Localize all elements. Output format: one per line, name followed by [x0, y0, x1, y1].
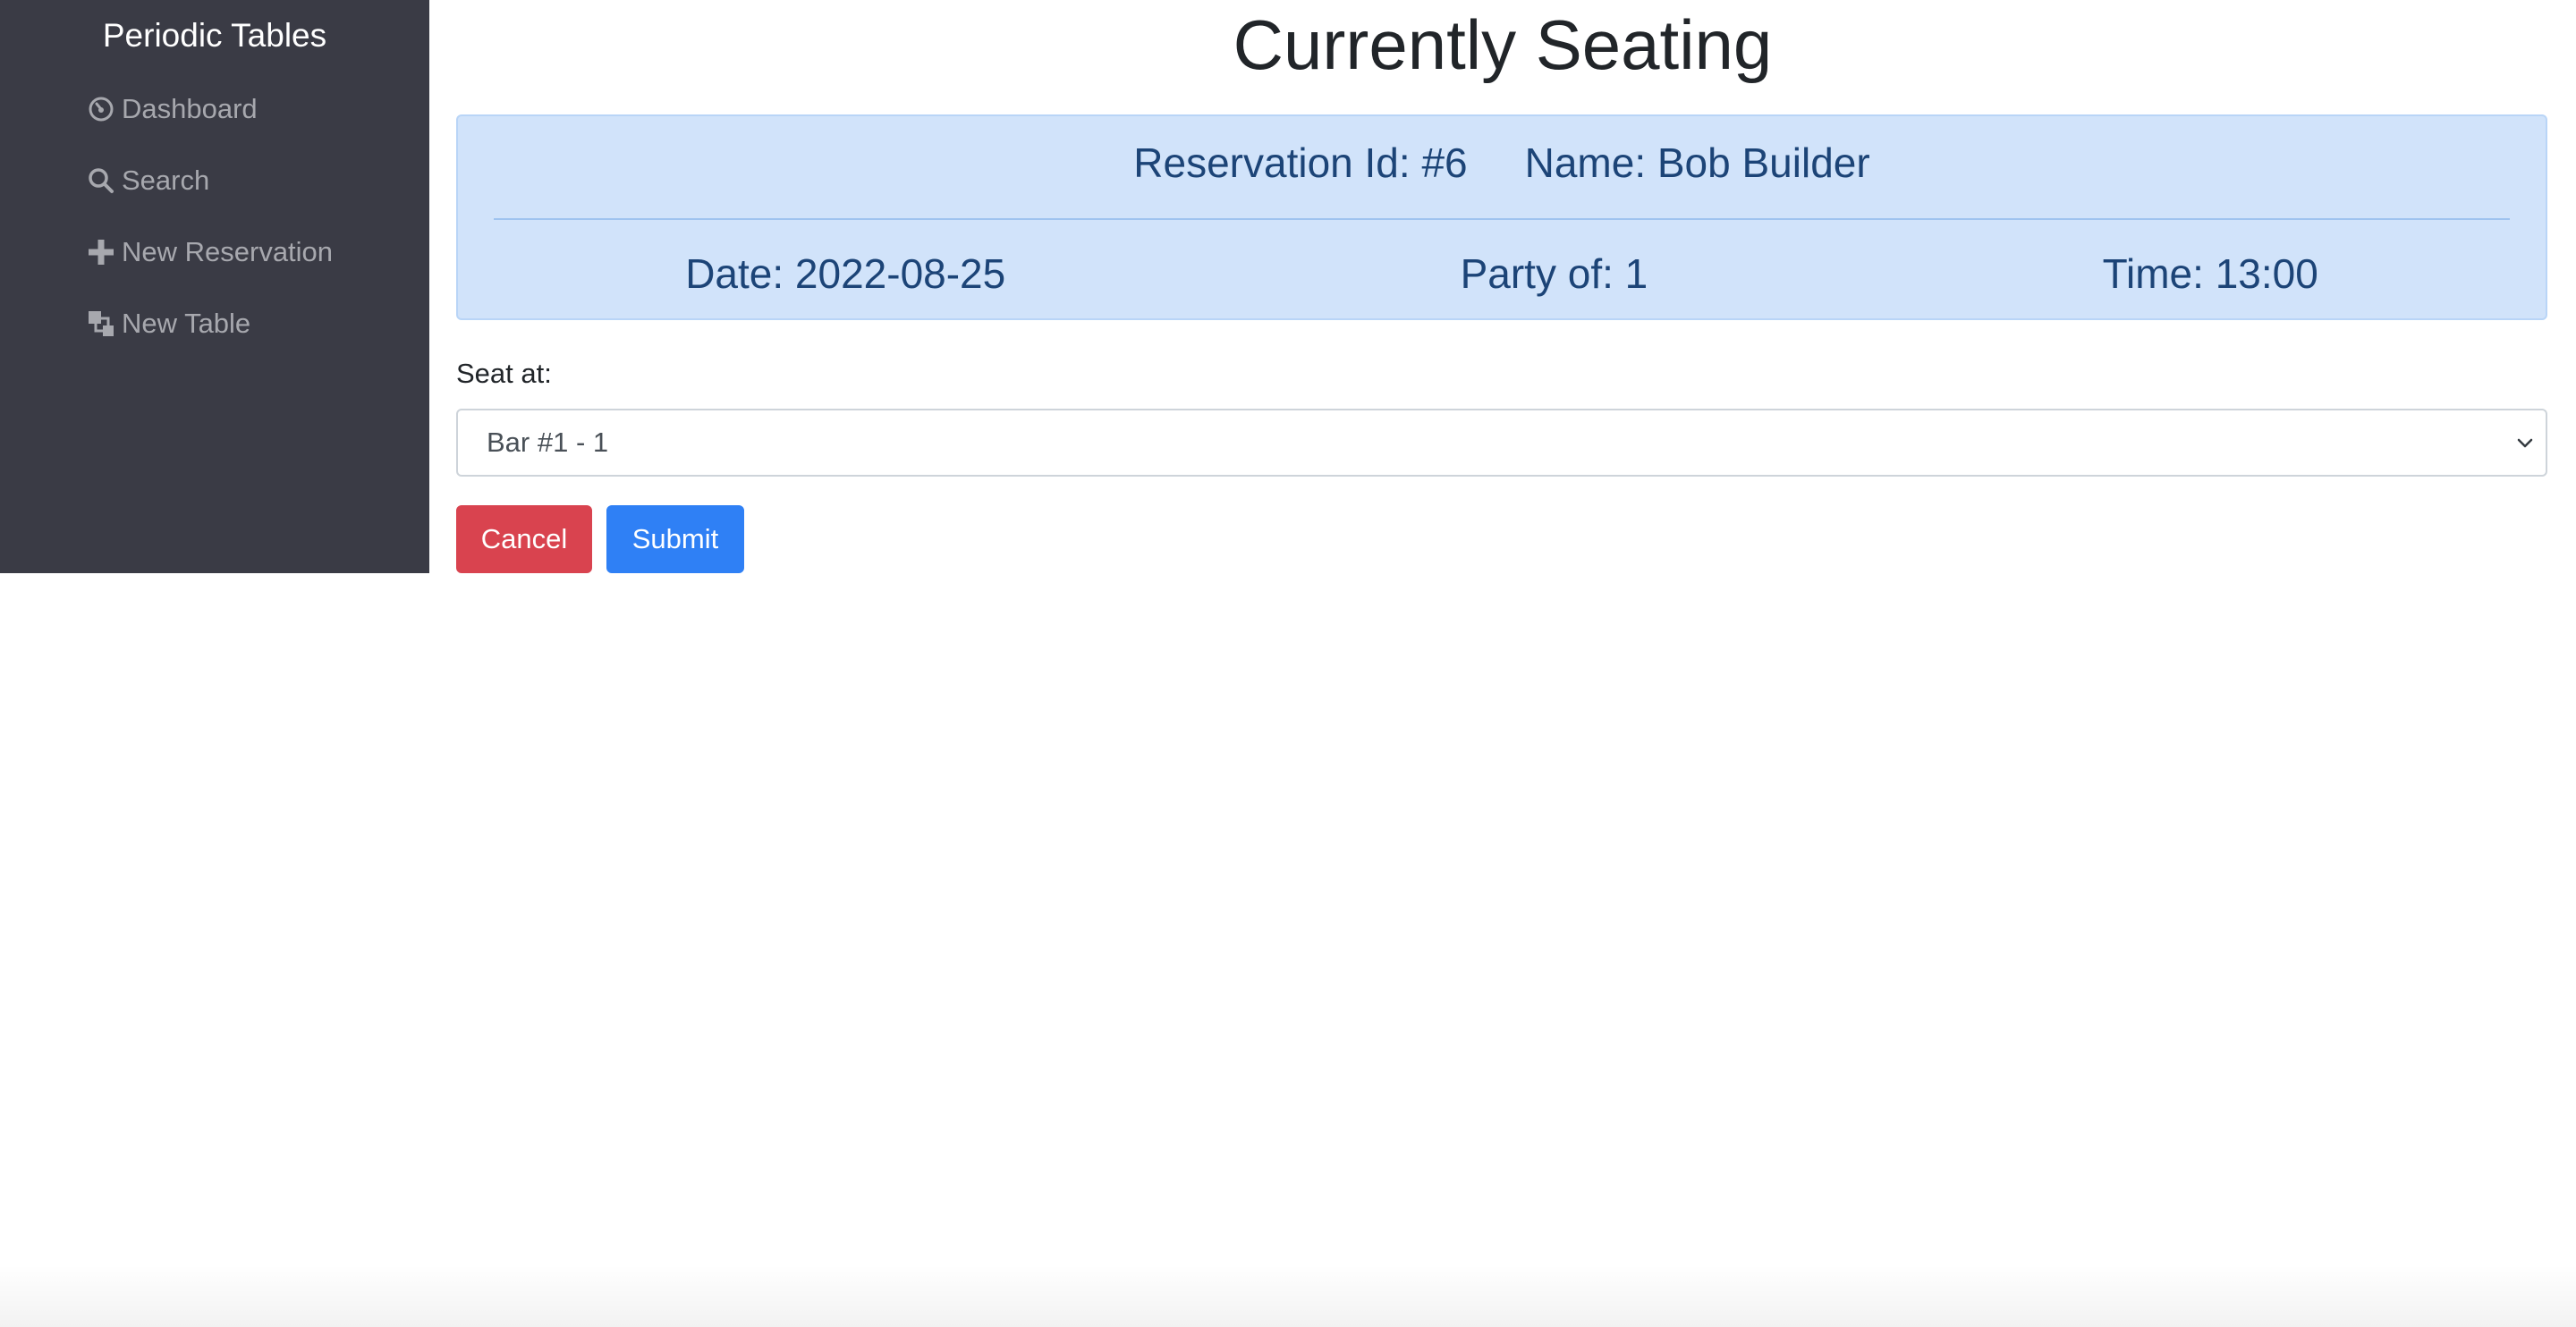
- dashboard-icon: [86, 94, 116, 124]
- table-select[interactable]: Bar #1 - 1: [456, 409, 2547, 477]
- reservation-card: Reservation Id: #6 Name: Bob Builder Dat…: [456, 114, 2547, 320]
- sidebar-item-search[interactable]: Search: [86, 156, 209, 206]
- search-icon: [86, 165, 116, 196]
- seat-at-label: Seat at:: [456, 358, 552, 389]
- cancel-button[interactable]: Cancel: [456, 505, 592, 573]
- sidebar-item-label: Dashboard: [122, 93, 258, 124]
- card-divider: [494, 218, 2510, 220]
- page-title: Currently Seating: [1233, 5, 1773, 84]
- sidebar-item-new-reservation[interactable]: New Reservation: [86, 227, 333, 277]
- sidebar-item-new-table[interactable]: New Table: [86, 299, 250, 349]
- main-content: Currently Seating Reservation Id: #6 Nam…: [429, 0, 2576, 1327]
- reservation-time: Time: 13:00: [2102, 250, 2318, 297]
- sidebar-item-label: New Table: [122, 308, 251, 339]
- brand-title[interactable]: Periodic Tables: [0, 13, 429, 59]
- reservation-date: Date: 2022-08-25: [685, 250, 1006, 297]
- submit-button[interactable]: Submit: [606, 505, 744, 573]
- sidebar-item-dashboard[interactable]: Dashboard: [86, 84, 258, 134]
- sidebar-item-label: Search: [122, 165, 210, 196]
- sidebar-item-label: New Reservation: [122, 236, 334, 267]
- sidebar: Periodic Tables Dashboard Search New Res…: [0, 0, 429, 573]
- reservation-name: Name: Bob Builder: [1524, 139, 1870, 186]
- table-select-value: Bar #1 - 1: [487, 427, 609, 458]
- reservation-party-size: Party of: 1: [1460, 250, 1648, 297]
- reservation-id: Reservation Id: #6: [1133, 139, 1468, 186]
- chevron-down-icon: [2517, 438, 2533, 448]
- plus-icon: [86, 237, 116, 267]
- table-icon: [86, 309, 116, 339]
